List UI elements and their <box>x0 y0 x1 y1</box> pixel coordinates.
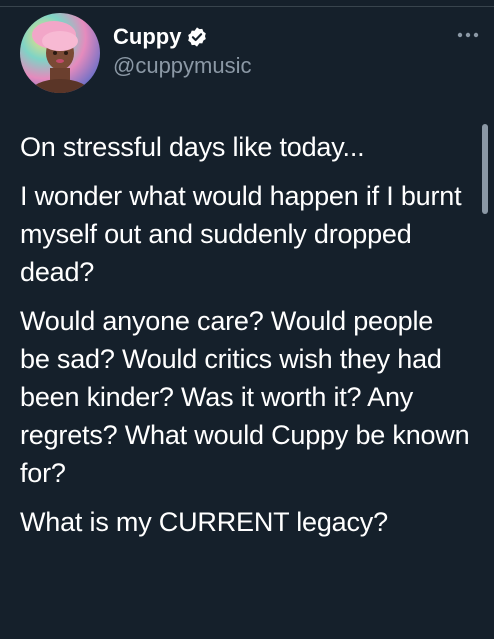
tweet-paragraph-1: On stressful days like today... <box>20 132 365 162</box>
tweet-paragraph-2: I wonder what would happen if I burnt my… <box>20 181 462 287</box>
avatar[interactable] <box>20 13 100 93</box>
tweet-paragraph-3: Would anyone care? Would people be sad? … <box>20 306 470 488</box>
handle[interactable]: @cuppymusic <box>113 53 252 79</box>
tweet-text: On stressful days like today... I wonder… <box>20 128 470 552</box>
tweet-header: Cuppy @cuppymusic <box>20 13 480 93</box>
top-divider <box>0 6 494 7</box>
verified-badge-icon <box>186 26 208 48</box>
author-info[interactable]: Cuppy @cuppymusic <box>113 22 252 79</box>
more-options-icon[interactable] <box>456 27 480 38</box>
name-row: Cuppy <box>113 22 252 52</box>
scrollbar[interactable] <box>482 124 488 214</box>
display-name[interactable]: Cuppy <box>113 24 181 50</box>
tweet-paragraph-4: What is my CURRENT legacy? <box>20 507 388 537</box>
